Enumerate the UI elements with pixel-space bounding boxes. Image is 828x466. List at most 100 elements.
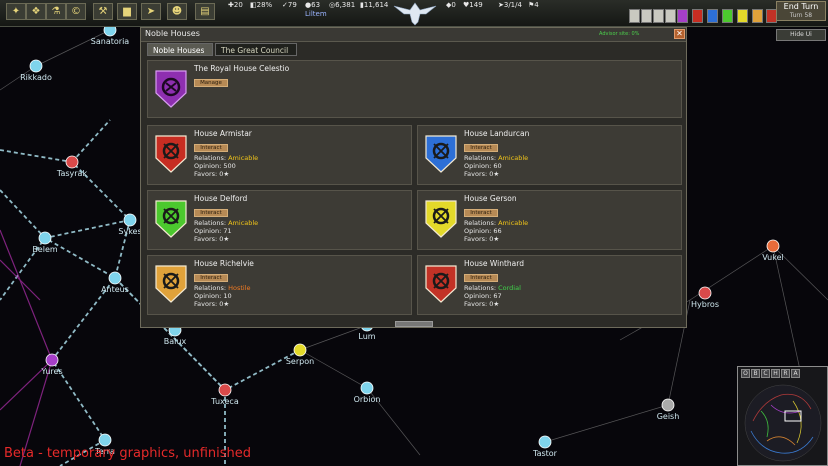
house-name: House Delford	[194, 194, 248, 203]
dialog-title-bar[interactable]: Noble Houses Advisor site: 0% ✕	[141, 28, 686, 42]
toolbar-misc-icon[interactable]	[629, 9, 640, 23]
star-system-label[interactable]: Orbion	[354, 395, 381, 404]
star-system-icon[interactable]	[29, 59, 43, 73]
house-crest-icon	[155, 265, 187, 303]
relations-line: Relations: Amicable	[194, 154, 258, 162]
star-system-icon[interactable]	[293, 343, 307, 357]
star-system-label[interactable]: Sykes	[118, 227, 141, 236]
star-system-label[interactable]: Lum	[358, 332, 375, 341]
house-emblem-icon[interactable]	[707, 9, 718, 23]
beta-watermark: Beta - temporary graphics, unfinished	[4, 446, 252, 461]
credits-button[interactable]: ©	[66, 3, 86, 20]
house-panel: House Delford Interact Relations: Amicable…	[147, 190, 412, 250]
star-system-icon[interactable]	[766, 239, 780, 253]
interact-button[interactable]: Interact	[464, 144, 498, 152]
research-resource: ✚20	[228, 1, 243, 9]
credits-resource: ◎6,381	[329, 1, 356, 9]
production-resource: ●63	[305, 1, 321, 9]
toolbar-misc-icon[interactable]	[665, 9, 676, 23]
relations-label: Relations:	[464, 154, 499, 162]
star-system-icon[interactable]	[661, 398, 675, 412]
toolbar-misc-icon[interactable]	[653, 9, 664, 23]
manage-button[interactable]: Manage	[194, 79, 228, 87]
house-emblem-icon[interactable]	[737, 9, 748, 23]
dialog-title: Noble Houses	[145, 29, 200, 38]
opinion-value: Opinion: 71	[194, 227, 232, 235]
star-system-label[interactable]: Yures	[40, 367, 62, 376]
hide-ui-button[interactable]: Hide Ui	[776, 29, 826, 41]
interact-button[interactable]: Interact	[464, 274, 498, 282]
influence-resource: ◆0	[446, 1, 456, 9]
star-system-icon[interactable]	[360, 381, 374, 395]
star-system-label[interactable]: Anteus	[101, 285, 129, 294]
interact-button[interactable]: Interact	[464, 209, 498, 217]
star-system-label[interactable]: Sanatoria	[91, 37, 129, 46]
star-system-icon[interactable]	[45, 353, 59, 367]
interact-button[interactable]: Interact	[194, 144, 228, 152]
minimap-tab[interactable]: H	[771, 369, 780, 378]
tab-great-council[interactable]: The Great Council	[215, 43, 297, 56]
star-system-label[interactable]: Tastor	[532, 449, 558, 458]
favors-value: Favors: 0★	[194, 235, 230, 243]
minimap-tab[interactable]: O	[741, 369, 750, 378]
fleet-button[interactable]: ➤	[141, 3, 161, 20]
royal-house-name: The Royal House Celestio	[194, 64, 290, 73]
star-system-label[interactable]: Rikkado	[20, 73, 52, 82]
star-system-label[interactable]: Geish	[657, 412, 680, 421]
star-system-label[interactable]: Tasyrak	[56, 169, 88, 178]
production-button[interactable]: ⚒	[93, 3, 113, 20]
minimap-tab[interactable]: A	[791, 369, 800, 378]
opinion-value: Opinion: 500	[194, 162, 236, 170]
minimap-tab[interactable]: C	[761, 369, 770, 378]
relations-value: Hostile	[228, 284, 251, 292]
house-emblem-icon[interactable]	[722, 9, 733, 23]
relations-label: Relations:	[194, 154, 229, 162]
star-system-label[interactable]: Serpon	[286, 357, 314, 366]
messages-button[interactable]: ▤	[195, 3, 215, 20]
close-button[interactable]: ✕	[674, 29, 685, 39]
star-system-icon[interactable]	[98, 433, 112, 447]
empire-eagle-icon[interactable]	[392, 0, 438, 26]
star-system-icon[interactable]	[108, 271, 122, 285]
star-system-label[interactable]: Balux	[164, 337, 187, 346]
aliens-button[interactable]: ☻	[167, 3, 187, 20]
favors-value: Favors: 0★	[464, 235, 500, 243]
house-crest-icon	[425, 135, 457, 173]
favors-value: Favors: 0★	[464, 300, 500, 308]
minimap-tab[interactable]: R	[781, 369, 790, 378]
star-system-label[interactable]: Tuxeca	[210, 397, 239, 406]
house-name: House Gerson	[464, 194, 517, 203]
planets-button[interactable]: ▆	[117, 3, 137, 20]
star-system-icon[interactable]	[65, 155, 79, 169]
star-system-icon[interactable]	[698, 286, 712, 300]
dialog-resize-handle[interactable]	[395, 321, 433, 327]
favors-value: Favors: 0★	[194, 300, 230, 308]
top-resource-bar: ✦ ❖ ⚗ © ⚒ ▆ ➤ ☻ ▤ ✚20 ◧28% ✓79 ●63 ◎6,381 ▮11,61…	[0, 0, 828, 27]
research-button[interactable]: ⚗	[46, 3, 66, 20]
minimap-tab[interactable]: B	[751, 369, 760, 378]
star-system-icon[interactable]	[123, 213, 137, 227]
relations-value: Amicable	[498, 219, 529, 227]
advisor-status: Advisor site: 0%	[599, 31, 640, 37]
star-system-icon[interactable]	[218, 383, 232, 397]
star-system-icon[interactable]	[38, 231, 52, 245]
star-system-label[interactable]: Vukel	[762, 253, 784, 262]
galaxy-button[interactable]: ✦	[6, 3, 26, 20]
minimap-galaxy-view[interactable]	[741, 381, 825, 463]
favors-value: Favors: 0★	[194, 170, 230, 178]
interact-button[interactable]: Interact	[194, 274, 228, 282]
minimap[interactable]: OBCHRA	[737, 366, 828, 466]
interact-button[interactable]: Interact	[194, 209, 228, 217]
royal-house-panel: The Royal House Celestio Manage	[147, 60, 682, 118]
empire-button[interactable]: ❖	[26, 3, 46, 20]
star-system-label[interactable]: Belem	[32, 245, 58, 254]
house-emblem-icon[interactable]	[752, 9, 763, 23]
house-emblem-icon[interactable]	[677, 9, 688, 23]
house-emblem-icon[interactable]	[692, 9, 703, 23]
tab-noble-houses[interactable]: Noble Houses	[147, 43, 213, 56]
noble-houses-dialog: Noble Houses Advisor site: 0% ✕ Noble Ho…	[140, 27, 687, 328]
star-system-label[interactable]: Hybros	[691, 300, 719, 309]
star-system-icon[interactable]	[538, 435, 552, 449]
end-turn-button[interactable]: End Turn Turn 58	[776, 1, 826, 21]
toolbar-misc-icon[interactable]	[641, 9, 652, 23]
